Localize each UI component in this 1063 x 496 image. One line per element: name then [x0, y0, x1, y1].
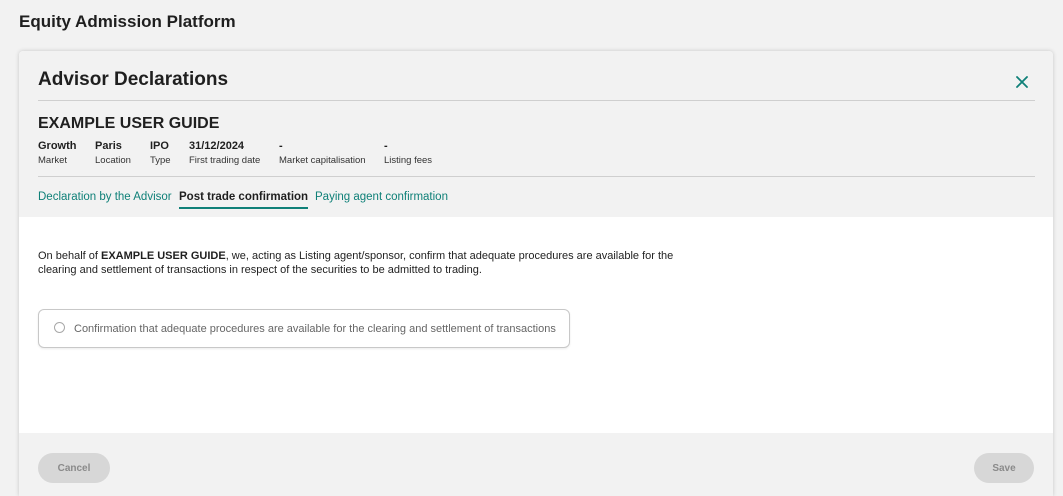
dialog-footer: Cancel Save — [19, 433, 1053, 496]
meta-type-label: Type — [150, 155, 171, 166]
confirmation-option[interactable]: Confirmation that adequate procedures ar… — [38, 309, 570, 348]
meta-market-capitalisation: - Market capitalisation — [279, 140, 366, 167]
declaration-text: On behalf of EXAMPLE USER GUIDE, we, act… — [38, 249, 698, 277]
meta-listing-fees: - Listing fees — [384, 140, 432, 167]
advisor-declarations-dialog: Advisor Declarations EXAMPLE USER GUIDE … — [19, 51, 1053, 496]
close-icon — [1016, 76, 1028, 88]
meta-listing-fees-value: - — [384, 140, 388, 152]
meta-type-value: IPO — [150, 140, 169, 152]
meta-location-label: Location — [95, 155, 131, 166]
meta-first-trading-date: 31/12/2024 First trading date — [189, 140, 260, 167]
tab-declaration-by-the-advisor[interactable]: Declaration by the Advisor — [38, 191, 172, 207]
meta-first-trading-date-value: 31/12/2024 — [189, 140, 245, 152]
meta-location: Paris Location — [95, 140, 131, 167]
dialog-title: Advisor Declarations — [38, 69, 229, 90]
meta-location-value: Paris — [95, 140, 122, 152]
confirmation-label: Confirmation that adequate procedures ar… — [74, 323, 556, 335]
meta-divider — [38, 176, 1035, 177]
company-name: EXAMPLE USER GUIDE — [38, 115, 220, 132]
meta-market-capitalisation-label: Market capitalisation — [279, 155, 366, 166]
tab-post-trade-confirmation[interactable]: Post trade confirmation — [179, 191, 309, 209]
meta-market: Growth Market — [38, 140, 77, 167]
close-button[interactable] — [1012, 72, 1032, 92]
declaration-text-company: EXAMPLE USER GUIDE — [101, 250, 226, 262]
header-divider — [38, 100, 1035, 101]
meta-type: IPO Type — [150, 140, 171, 167]
meta-listing-fees-label: Listing fees — [384, 155, 433, 166]
save-button[interactable]: Save — [974, 453, 1034, 483]
cancel-button[interactable]: Cancel — [38, 453, 110, 483]
radio-unchecked-icon[interactable] — [54, 322, 65, 333]
dialog-header: Advisor Declarations EXAMPLE USER GUIDE … — [19, 51, 1053, 217]
meta-first-trading-date-label: First trading date — [189, 155, 261, 166]
declaration-text-prefix: On behalf of — [38, 250, 101, 262]
dialog-body: On behalf of EXAMPLE USER GUIDE, we, act… — [19, 217, 1053, 433]
meta-market-capitalisation-value: - — [279, 140, 283, 152]
tab-paying-agent-confirmation[interactable]: Paying agent confirmation — [315, 191, 448, 207]
app-title: Equity Admission Platform — [19, 12, 236, 31]
meta-market-label: Market — [38, 155, 68, 166]
meta-market-value: Growth — [38, 140, 77, 152]
